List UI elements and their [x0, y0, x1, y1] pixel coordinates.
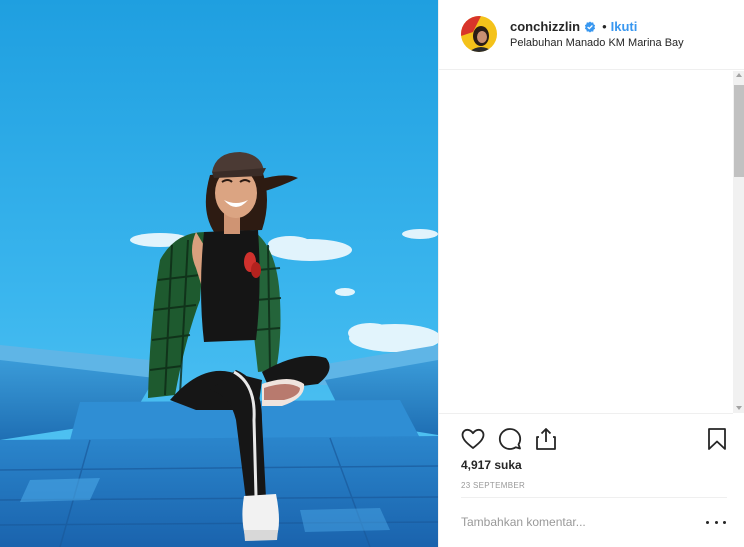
follow-button[interactable]: Ikuti — [611, 19, 638, 34]
avatar-image — [461, 16, 497, 52]
more-dot — [714, 520, 718, 524]
add-comment-input[interactable] — [461, 513, 691, 531]
likes-count[interactable]: 4,917 suka — [461, 458, 522, 472]
more-options-icon[interactable] — [706, 514, 726, 530]
scrollbar-thumb[interactable] — [734, 85, 744, 177]
username-row: conchizzlin • Ikuti — [510, 18, 637, 34]
scroll-down-arrow-icon[interactable] — [736, 406, 742, 410]
comments-scrollbar[interactable] — [733, 71, 744, 413]
user-avatar[interactable] — [461, 16, 497, 52]
verified-badge-icon — [584, 20, 596, 33]
instagram-post-view: conchizzlin • Ikuti Pelabuhan Manado KM … — [0, 0, 744, 547]
heart-icon[interactable] — [460, 426, 486, 452]
post-actions: 4,917 suka 23 SEPTEMBER — [439, 413, 733, 547]
more-dot — [723, 520, 726, 524]
bookmark-icon[interactable] — [704, 426, 730, 452]
share-icon[interactable] — [533, 426, 559, 452]
action-icons-row — [460, 426, 730, 452]
location-link[interactable]: Pelabuhan Manado KM Marina Bay — [510, 37, 684, 49]
post-header: conchizzlin • Ikuti Pelabuhan Manado KM … — [439, 0, 744, 70]
scroll-up-arrow-icon[interactable] — [736, 73, 742, 77]
separator-dot: • — [602, 18, 607, 34]
comment-bubble-icon[interactable] — [497, 426, 523, 452]
comments-area — [439, 71, 733, 411]
post-photo[interactable] — [0, 0, 438, 547]
more-dot — [706, 520, 709, 524]
photo-illustration — [0, 0, 438, 547]
post-date[interactable]: 23 SEPTEMBER — [461, 481, 525, 490]
post-side-panel: conchizzlin • Ikuti Pelabuhan Manado KM … — [438, 0, 744, 547]
comment-divider — [461, 497, 727, 498]
username-link[interactable]: conchizzlin — [510, 19, 580, 34]
